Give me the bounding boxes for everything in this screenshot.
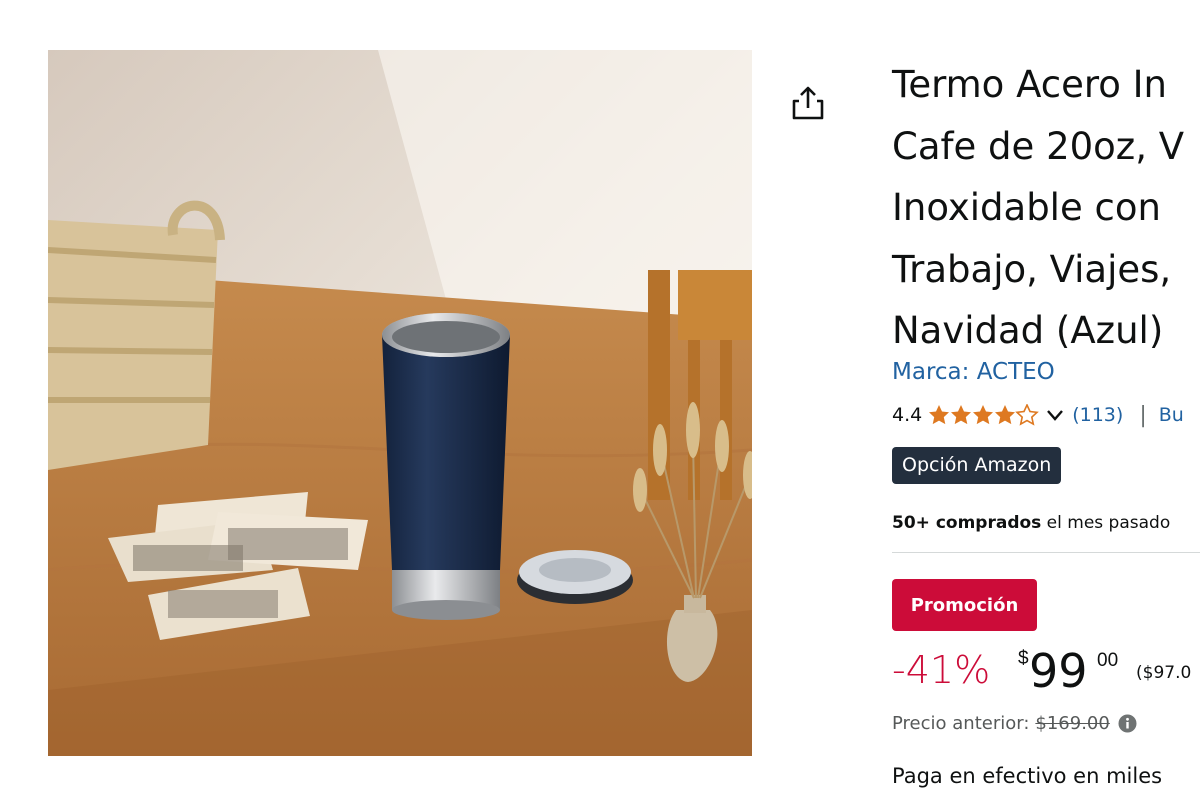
promotion-badge: Promoción <box>892 579 1037 631</box>
price-fraction: 00 <box>1097 650 1119 671</box>
chevron-down-icon <box>1047 410 1064 421</box>
unit-price: ($97.0 <box>1136 663 1192 683</box>
share-icon[interactable] <box>788 82 828 122</box>
product-photo <box>48 50 752 756</box>
previous-price-row: Precio anterior: $169.00 <box>892 713 1137 734</box>
reviews-link[interactable]: (113) <box>1072 404 1123 426</box>
product-title-line: Navidad (Azul) <box>892 309 1164 352</box>
product-title-line: Trabajo, Viajes, <box>892 247 1172 291</box>
rating-row: 4.4 (113) | Bu <box>892 400 1184 430</box>
divider: | <box>1139 402 1147 428</box>
bought-last-month: 50+ comprados el mes pasado <box>892 513 1170 533</box>
star-rating[interactable] <box>928 404 1072 426</box>
bought-count: 50+ comprados <box>892 513 1042 533</box>
product-title-line: Inoxidable con <box>892 186 1161 229</box>
info-icon[interactable] <box>1118 714 1137 733</box>
previous-price-label: Precio anterior: <box>892 713 1030 734</box>
payment-option-text: Paga en efectivo en miles <box>892 764 1163 788</box>
divider-line <box>892 552 1200 553</box>
amazon-choice-badge: Opción Amazon <box>892 447 1062 484</box>
bought-period: el mes pasado <box>1041 513 1171 533</box>
price-currency: $ <box>1018 648 1029 669</box>
previous-price: $169.00 <box>1035 713 1110 734</box>
product-title: Termo Acero In Cafe de 20oz, V Inoxidabl… <box>892 54 1200 362</box>
stars-icon <box>929 404 1040 426</box>
price-whole: 99 <box>1029 644 1088 698</box>
rating-value: 4.4 <box>892 404 923 426</box>
product-title-line: Termo Acero In <box>892 63 1168 106</box>
product-image[interactable] <box>48 50 752 756</box>
brand-link[interactable]: Marca: ACTEO <box>892 359 1055 385</box>
product-title-line: Cafe de 20oz, V <box>892 124 1185 168</box>
search-page-link[interactable]: Bu <box>1159 404 1184 426</box>
discount-percent: -41% <box>892 648 991 692</box>
